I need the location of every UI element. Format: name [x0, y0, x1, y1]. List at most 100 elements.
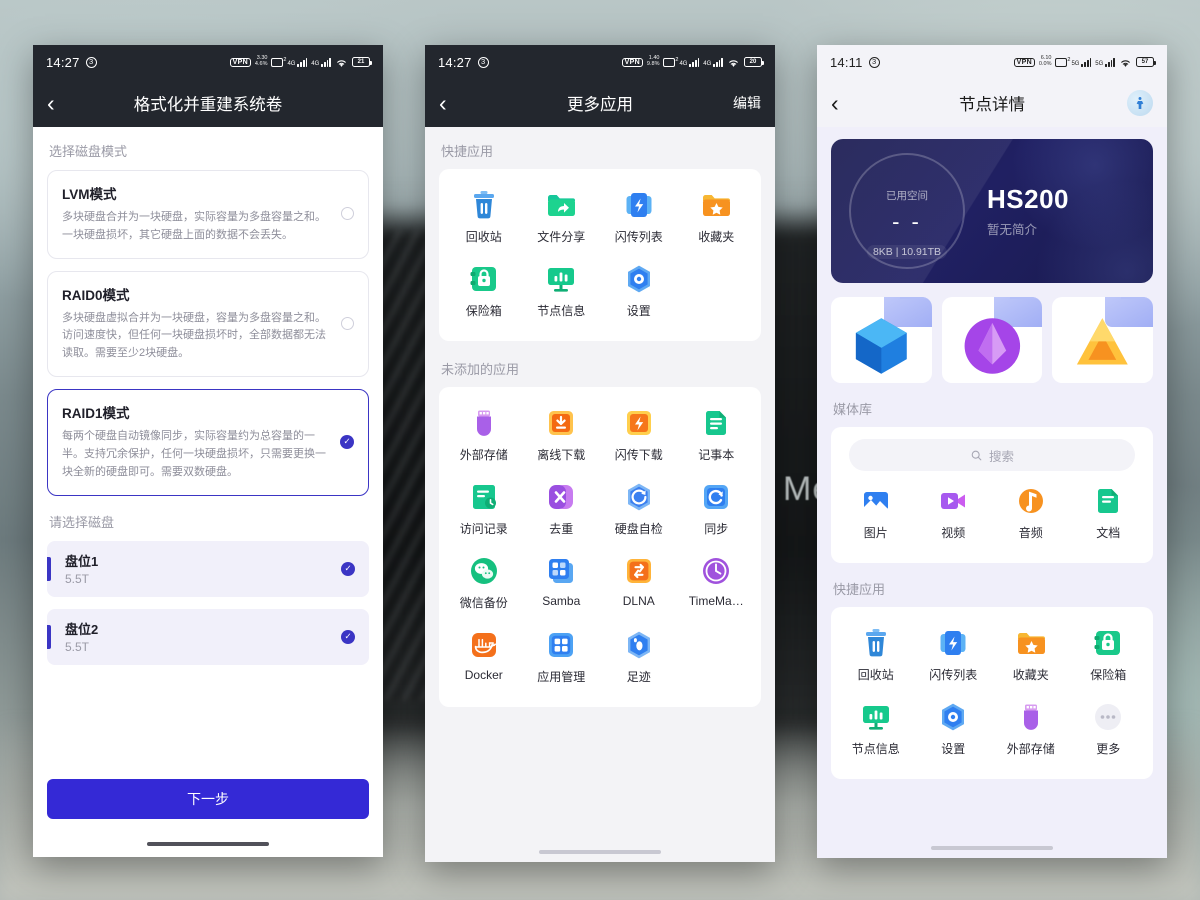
app-more[interactable]: 更多: [1070, 695, 1148, 769]
edit-button[interactable]: 编辑: [733, 93, 761, 113]
disk-info: 盘位1 5.5T: [47, 551, 341, 586]
app-wechat-backup[interactable]: 微信备份: [445, 549, 523, 623]
mode-card-raid1[interactable]: RAID1模式 每两个硬盘自动镜像同步，实际容量约为总容量的一半。支持冗余保护，…: [47, 389, 369, 496]
media-videos[interactable]: 视频: [915, 479, 993, 553]
mode-radio-unchecked[interactable]: [341, 207, 354, 221]
photo-icon: [860, 485, 892, 517]
app-settings[interactable]: 设置: [600, 257, 678, 331]
mode-radio-checked[interactable]: ✓: [340, 434, 354, 449]
sim2-signal: 4G: [311, 57, 331, 67]
disk-row[interactable]: 盘位1 5.5T ✓: [47, 540, 369, 597]
app-dlna[interactable]: DLNA: [600, 549, 678, 623]
quick-apps-grid: 回收站 文件分享 闪传列表 收藏夹 保险箱 节点信息 设置: [445, 183, 755, 331]
usb-icon: [468, 407, 500, 439]
trash-icon: [468, 189, 500, 221]
avatar-icon[interactable]: [1127, 90, 1153, 116]
app-label: 去重: [549, 522, 574, 536]
next-step-button[interactable]: 下一步: [47, 779, 369, 819]
status-bar: 14:27 3 VPN 1.40 9.8% 4G 4G 20: [425, 45, 775, 79]
media-audio[interactable]: 音频: [992, 479, 1070, 553]
node-info-icon: [545, 263, 577, 295]
status-notification-badge: 3: [85, 56, 97, 68]
disk-checkbox-checked[interactable]: ✓: [341, 561, 355, 576]
message-icon: [1055, 57, 1070, 67]
app-label: 设置: [941, 742, 966, 756]
used-space-caption: 已用空间: [886, 189, 928, 202]
app-node-info[interactable]: 节点信息: [523, 257, 601, 331]
app-node-info[interactable]: 节点信息: [837, 695, 915, 769]
mode-description: 多块硬盘虚拟合并为一块硬盘，容量为多盘容量之和。访问速度快，但任何一块硬盘损坏时…: [62, 311, 326, 360]
app-label: 外部存储: [459, 448, 508, 462]
app-dedupe[interactable]: 去重: [523, 475, 601, 549]
app-label: 访问记录: [459, 522, 508, 536]
app-samba[interactable]: Samba: [523, 549, 601, 623]
status-bar-right: VPN 3.30 4.6% 4G 4G 21: [229, 55, 372, 68]
app-trash[interactable]: 回收站: [445, 183, 523, 257]
network-rate: 1.40 9.8%: [647, 55, 660, 68]
app-label: Docker: [464, 668, 503, 682]
app-external-storage[interactable]: 外部存储: [445, 401, 523, 475]
app-flash-download[interactable]: 闪传下载: [600, 401, 678, 475]
app-file-share[interactable]: 文件分享: [523, 183, 601, 257]
mode-radio-unchecked[interactable]: [341, 316, 354, 330]
mode-card-text: LVM模式 多块硬盘合并为一块硬盘，实际容量为多盘容量之和。一块硬盘损坏，其它硬…: [62, 183, 333, 245]
app-label: 闪传列表: [929, 668, 978, 682]
trash-icon: [860, 627, 892, 659]
app-access-log[interactable]: 访问记录: [445, 475, 523, 549]
mode-description: 多块硬盘合并为一块硬盘，实际容量为多盘容量之和。一块硬盘损坏，其它硬盘上面的数据…: [62, 211, 326, 241]
back-button[interactable]: ‹: [831, 91, 857, 115]
favorites-icon: [1015, 627, 1047, 659]
search-input[interactable]: 搜索: [849, 439, 1135, 471]
app-favorites[interactable]: 收藏夹: [992, 621, 1070, 695]
status-bar-left: 14:27 3: [438, 55, 489, 70]
app-favorites[interactable]: 收藏夹: [678, 183, 756, 257]
screen1-body: 选择磁盘模式 LVM模式 多块硬盘合并为一块硬盘，实际容量为多盘容量之和。一块硬…: [33, 127, 383, 857]
app-safe-box[interactable]: 保险箱: [1070, 621, 1148, 695]
app-notes[interactable]: 记事本: [678, 401, 756, 475]
app-docker[interactable]: Docker: [445, 623, 523, 697]
app-flash-transfer-list[interactable]: 闪传列表: [915, 621, 993, 695]
app-external-storage[interactable]: 外部存储: [992, 695, 1070, 769]
app-label: 保险箱: [465, 304, 502, 318]
mode-card-lvm[interactable]: LVM模式 多块硬盘合并为一块硬盘，实际容量为多盘容量之和。一块硬盘损坏，其它硬…: [47, 170, 369, 259]
flash-transfer-icon: [623, 189, 655, 221]
app-flash-transfer-list[interactable]: 闪传列表: [600, 183, 678, 257]
phone-screenshot-node-detail: 14:11 3 VPN 6.10 0.0% 5G 5G 57 ‹: [817, 45, 1167, 858]
back-button[interactable]: ‹: [47, 91, 73, 115]
app-offline-download[interactable]: 离线下载: [523, 401, 601, 475]
app-safe-box[interactable]: 保险箱: [445, 257, 523, 331]
disk-row[interactable]: 盘位2 5.5T ✓: [47, 608, 369, 665]
safe-box-icon: [1092, 627, 1124, 659]
app-label: 闪传列表: [614, 230, 663, 244]
mode-card-raid0[interactable]: RAID0模式 多块硬盘虚拟合并为一块硬盘，容量为多盘容量之和。访问速度快，但任…: [47, 270, 369, 378]
app-manager[interactable]: 应用管理: [523, 623, 601, 697]
app-settings[interactable]: 设置: [915, 695, 993, 769]
app-timemachine[interactable]: TimeMa…: [678, 549, 756, 623]
docker-icon: [468, 629, 500, 661]
app-footprint[interactable]: 足迹: [600, 623, 678, 697]
media-documents[interactable]: 文档: [1070, 479, 1148, 553]
disk-check-icon: [623, 481, 655, 513]
disk-checkbox-checked[interactable]: ✓: [341, 629, 355, 644]
app-trash[interactable]: 回收站: [837, 621, 915, 695]
space-card-group-space[interactable]: 群组空间: [1052, 297, 1154, 383]
app-disk-self-check[interactable]: 硬盘自检: [600, 475, 678, 549]
vpn-icon: VPN: [1013, 57, 1035, 67]
wechat-backup-icon: [468, 555, 500, 587]
space-card-my-space[interactable]: 我的空间 8.00KB: [831, 297, 932, 383]
app-label: 离线下载: [537, 448, 586, 462]
status-bar-right: VPN 6.10 0.0% 5G 5G 57: [1013, 55, 1156, 68]
app-label: 节点信息: [537, 304, 586, 318]
quick-apps-grid: 回收站 闪传列表 收藏夹 保险箱 节点信息 设置 外部存储 更多: [837, 621, 1147, 769]
status-notification-badge: 3: [477, 56, 489, 68]
used-space-value: - -: [892, 208, 922, 234]
home-indicator: [931, 846, 1053, 850]
app-sync[interactable]: 同步: [678, 475, 756, 549]
page-title: 节点详情: [959, 96, 1025, 114]
media-photos[interactable]: 图片: [837, 479, 915, 553]
offline-download-icon: [545, 407, 577, 439]
space-card-public-space[interactable]: 公共空间 12.00KB: [941, 297, 1043, 383]
back-button[interactable]: ‹: [439, 91, 465, 115]
disk-size: 5.5T: [65, 640, 90, 654]
settings-icon: [623, 263, 655, 295]
